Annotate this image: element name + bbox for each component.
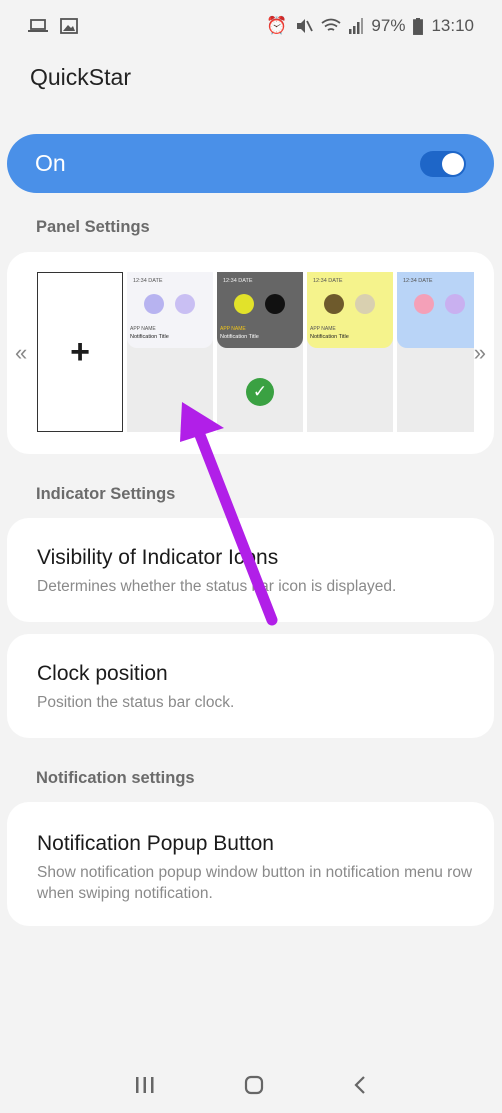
status-bar: ⏰ 97% 13:10 <box>0 0 502 52</box>
panel-preview: 12:34 DATE APP NAME Notification Title <box>217 272 303 348</box>
section-header-indicator: Indicator Settings <box>36 485 176 503</box>
visibility-setting-item[interactable]: Visibility of Indicator Icons Determines… <box>7 518 494 622</box>
clock-time: 13:10 <box>431 16 474 35</box>
sound-icon <box>265 294 285 314</box>
mute-icon <box>297 19 314 33</box>
preview-notification-title: Notification Title <box>220 334 259 340</box>
visibility-title: Visibility of Indicator Icons <box>37 546 279 569</box>
wifi-icon <box>234 294 254 314</box>
preview-notification-title: Notification Title <box>130 334 169 340</box>
panel-thumbnails: + 12:34 DATE APP NAME Notification Title… <box>37 272 474 432</box>
home-icon[interactable] <box>243 1074 265 1096</box>
sound-icon <box>445 294 465 314</box>
laptop-icon <box>28 19 48 32</box>
alarm-icon: ⏰ <box>266 16 288 35</box>
panel-preview: 12:34 DATE <box>397 272 474 348</box>
status-right: ⏰ 97% 13:10 <box>266 16 474 36</box>
battery-percent: 97% <box>371 16 406 35</box>
wifi-icon <box>414 294 434 314</box>
preview-app-name: APP NAME <box>130 326 156 332</box>
wifi-icon <box>324 294 344 314</box>
popup-button-description: Show notification popup window button in… <box>37 864 473 902</box>
add-panel-button[interactable]: + <box>37 272 123 432</box>
panel-selector-card: « » + 12:34 DATE APP NAME Notification T… <box>7 252 494 454</box>
preview-notification-title: Notification Title <box>310 334 349 340</box>
wifi-icon <box>144 294 164 314</box>
prev-panel-arrow[interactable]: « <box>15 340 27 366</box>
selected-check-icon: ✓ <box>246 378 274 406</box>
plus-icon: + <box>70 332 90 371</box>
visibility-description: Determines whether the status bar icon i… <box>37 578 397 595</box>
back-icon[interactable] <box>352 1075 368 1095</box>
clock-position-description: Position the status bar clock. <box>37 694 235 711</box>
master-switch-bar[interactable]: On <box>7 134 494 193</box>
status-left <box>28 18 78 34</box>
panel-theme-4[interactable]: 12:34 DATE <box>397 272 474 432</box>
master-switch[interactable] <box>420 150 466 177</box>
page-title: QuickStar <box>30 64 131 90</box>
clock-position-item[interactable]: Clock position Position the status bar c… <box>7 634 494 738</box>
sound-icon <box>355 294 375 314</box>
preview-time: 12:34 DATE <box>403 278 433 284</box>
panel-theme-1[interactable]: 12:34 DATE APP NAME Notification Title <box>127 272 213 432</box>
preview-app-name: APP NAME <box>220 326 246 332</box>
preview-time: 12:34 DATE <box>133 278 163 284</box>
master-switch-label: On <box>35 150 66 176</box>
panel-theme-2-selected[interactable]: 12:34 DATE APP NAME Notification Title ✓ <box>217 272 303 432</box>
image-icon <box>60 18 78 34</box>
preview-app-name: APP NAME <box>310 326 336 332</box>
next-panel-arrow[interactable]: » <box>474 340 486 366</box>
signal-icon <box>349 18 364 34</box>
popup-button-title: Notification Popup Button <box>37 832 274 855</box>
notification-popup-item[interactable]: Notification Popup Button Show notificat… <box>7 802 494 926</box>
clock-position-title: Clock position <box>37 662 168 685</box>
recent-apps-icon[interactable] <box>134 1075 156 1095</box>
wifi-icon <box>321 18 341 31</box>
sound-icon <box>175 294 195 314</box>
switch-knob <box>442 152 464 175</box>
section-header-notification: Notification settings <box>36 769 195 787</box>
preview-time: 12:34 DATE <box>313 278 343 284</box>
panel-preview: 12:34 DATE APP NAME Notification Title <box>127 272 213 348</box>
preview-time: 12:34 DATE <box>223 278 253 284</box>
section-header-panel: Panel Settings <box>36 218 150 236</box>
system-navigation-bar <box>0 1056 502 1113</box>
battery-icon <box>413 17 424 35</box>
panel-preview: 12:34 DATE APP NAME Notification Title <box>307 272 393 348</box>
panel-theme-3[interactable]: 12:34 DATE APP NAME Notification Title <box>307 272 393 432</box>
